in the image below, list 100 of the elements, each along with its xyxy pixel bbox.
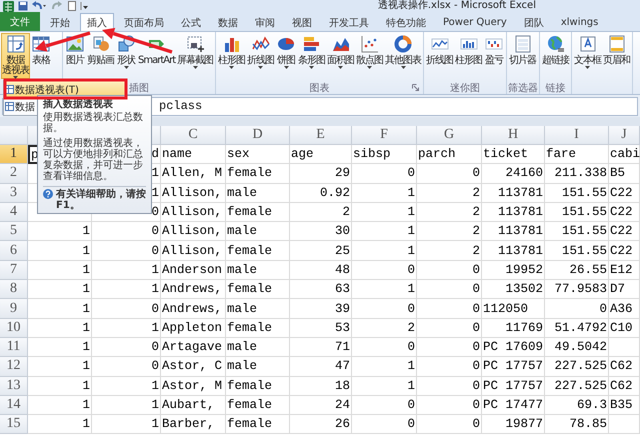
ribbon-button[interactable]: 页眉和 xyxy=(602,33,632,79)
ribbon-button[interactable]: 超链接 xyxy=(541,33,570,79)
ribbon-button[interactable]: 条形图 xyxy=(297,33,326,79)
column-header[interactable]: C xyxy=(161,126,226,145)
table-cell: 0 xyxy=(417,318,482,338)
column-header[interactable]: E xyxy=(290,126,352,145)
ribbon-button[interactable]: 折线图 xyxy=(246,33,276,79)
table-cell: 1 xyxy=(92,318,161,338)
tab[interactable]: 公式 xyxy=(174,13,208,31)
table-cell: 151.55 xyxy=(545,202,609,222)
table-cell: Allison, xyxy=(161,241,226,261)
table-cell: male xyxy=(226,222,290,242)
ribbon-button[interactable]: 面积图 xyxy=(326,33,356,79)
table-cell: 0 xyxy=(352,396,417,416)
scatter-chart-icon xyxy=(360,34,380,54)
tab[interactable]: 特色功能 xyxy=(379,13,433,31)
table-icon xyxy=(6,34,26,54)
table-cell: 1 xyxy=(28,222,92,242)
table-cell: 0 xyxy=(417,299,482,319)
row-header[interactable]: 5 xyxy=(0,222,28,242)
table-cell: 1 xyxy=(28,318,92,338)
table-cell: 0 xyxy=(92,357,161,377)
table-cell: 25 xyxy=(290,241,352,261)
table-cell: A36 xyxy=(609,299,640,319)
table-cell: C10 xyxy=(609,318,640,338)
ribbon-button[interactable]: 文本框 xyxy=(573,33,602,79)
row-header[interactable]: 10 xyxy=(0,318,28,338)
row-header[interactable]: 13 xyxy=(0,376,28,396)
table-cell: PC 17757 xyxy=(482,376,545,396)
row-header[interactable]: 9 xyxy=(0,299,28,319)
table-cell: 0 xyxy=(417,357,482,377)
table-cell: Barber, xyxy=(161,415,226,434)
row-header[interactable]: 6 xyxy=(0,241,28,261)
redo-icon xyxy=(50,1,64,11)
row-header[interactable]: 2 xyxy=(0,164,28,184)
table-cell: female xyxy=(226,376,290,396)
table-cell: C62 xyxy=(609,376,640,396)
ribbon-button[interactable]: 散点图 xyxy=(355,33,384,79)
table-cell: 51.4792 xyxy=(545,318,609,338)
row-header[interactable]: 11 xyxy=(0,338,28,358)
table-cell: 48 xyxy=(290,260,352,280)
ribbon-button[interactable]: 数据 透视表 xyxy=(1,33,30,79)
row-header[interactable]: 3 xyxy=(0,184,28,203)
column-header[interactable]: G xyxy=(417,126,482,145)
table-cell: B35 xyxy=(609,396,640,416)
row-header[interactable]: 12 xyxy=(0,357,28,377)
table-cell: PC 17609 xyxy=(482,338,545,358)
table-cell: 0 xyxy=(417,260,482,280)
tab[interactable]: xlwings xyxy=(554,13,606,31)
formula-input[interactable]: pclass xyxy=(150,96,638,116)
row-header[interactable]: 15 xyxy=(0,415,28,434)
ribbon-button[interactable]: 其他图表 xyxy=(384,33,422,79)
tab[interactable]: 开始 xyxy=(43,13,77,31)
ribbon-button[interactable]: 折线图 xyxy=(425,33,454,79)
table-cell: female xyxy=(226,241,290,261)
row-header[interactable]: 14 xyxy=(0,396,28,416)
tab[interactable]: 视图 xyxy=(285,13,319,31)
tab[interactable]: 页面布局 xyxy=(117,13,171,31)
table-cell: 0 xyxy=(352,260,417,280)
tab[interactable]: 开发工具 xyxy=(322,13,376,31)
tab[interactable]: 插入 xyxy=(80,13,114,31)
table-cell: PC 17477 xyxy=(482,396,545,416)
table-cell: Astor, M xyxy=(161,376,226,396)
ribbon-button[interactable]: 屏幕截图 xyxy=(176,33,214,79)
table-cell: 1 xyxy=(92,396,161,416)
ribbon-button[interactable]: 柱形图 xyxy=(217,33,246,79)
table-cell: Artagave xyxy=(161,338,226,358)
tab[interactable]: 团队 xyxy=(516,13,551,31)
table-cell: D7 xyxy=(609,280,640,300)
table-cell: 2 xyxy=(290,202,352,222)
column-header[interactable]: H xyxy=(482,126,545,145)
table-cell: 211.338 xyxy=(545,164,609,184)
row-header[interactable]: 4 xyxy=(0,202,28,222)
table-cell: cabi xyxy=(609,145,640,164)
arrow xyxy=(102,28,173,54)
dialog-launcher-icon[interactable] xyxy=(412,84,420,91)
column-header[interactable]: J xyxy=(609,126,640,145)
ribbon-button[interactable]: 饼图 xyxy=(275,33,298,79)
spreadsheet-icon xyxy=(3,0,14,12)
file-tab[interactable]: 文件 xyxy=(0,12,40,31)
column-header[interactable]: I xyxy=(545,126,609,145)
tab[interactable]: Power Query xyxy=(436,13,514,31)
table-cell: 151.55 xyxy=(545,184,609,203)
column-header[interactable]: D xyxy=(226,126,290,145)
ribbon-button[interactable]: 切片器 xyxy=(508,33,538,79)
column-header[interactable]: F xyxy=(352,126,417,145)
table-cell: 0 xyxy=(352,415,417,434)
table-cell: 1 xyxy=(28,357,92,377)
row-header[interactable]: 8 xyxy=(0,280,28,300)
save-icon xyxy=(18,1,28,11)
tab[interactable]: 数据 xyxy=(211,13,245,31)
tab[interactable]: 审阅 xyxy=(248,13,282,31)
row-header[interactable]: 7 xyxy=(0,260,28,280)
table-cell: 1 xyxy=(28,415,92,434)
table-cell: 0 xyxy=(417,376,482,396)
table-cell: 69.3 xyxy=(545,396,609,416)
ribbon-button[interactable]: 盈亏 xyxy=(483,33,506,79)
ribbon-button[interactable]: 柱形图 xyxy=(454,33,484,79)
table-cell: ticket xyxy=(482,145,545,164)
row-header[interactable]: 1 xyxy=(0,145,28,164)
